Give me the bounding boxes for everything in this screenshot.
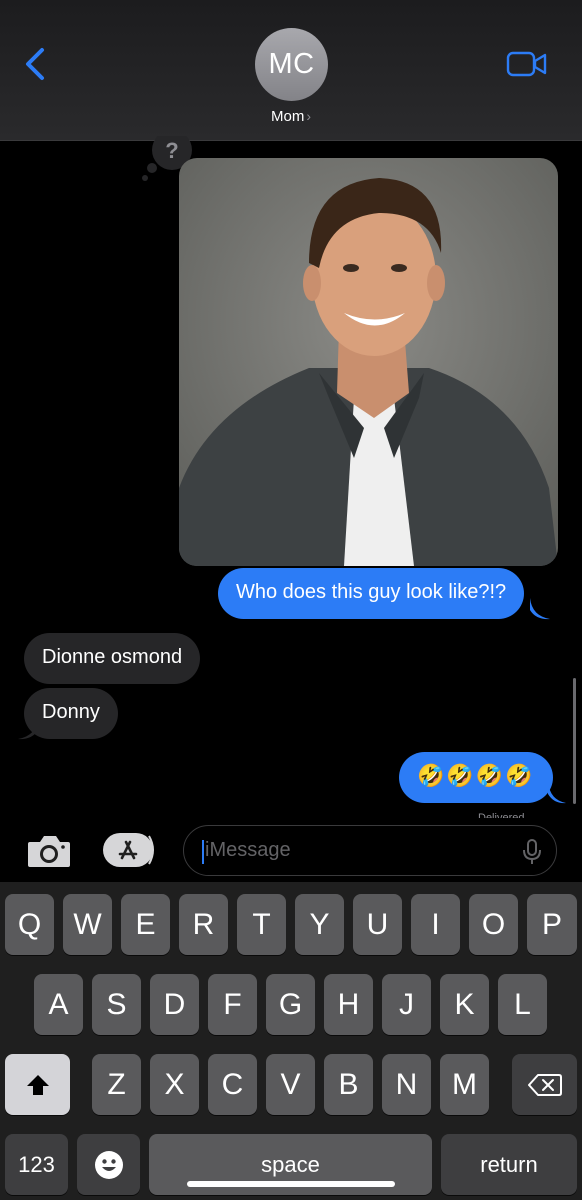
key-m[interactable]: M bbox=[440, 1054, 489, 1115]
key-z[interactable]: Z bbox=[92, 1054, 141, 1115]
chevron-left-icon[interactable] bbox=[20, 44, 54, 84]
numbers-key[interactable]: 123 bbox=[5, 1134, 68, 1195]
bubble-tail bbox=[530, 598, 550, 620]
shift-key[interactable] bbox=[5, 1054, 70, 1115]
video-camera-icon[interactable] bbox=[506, 50, 548, 78]
keyboard: Q W E R T Y U I O P A S D F G H J K L Z … bbox=[0, 882, 582, 1200]
key-w[interactable]: W bbox=[63, 894, 112, 955]
message-placeholder: iMessage bbox=[205, 839, 291, 861]
key-u[interactable]: U bbox=[353, 894, 402, 955]
key-v[interactable]: V bbox=[266, 1054, 315, 1115]
key-y[interactable]: Y bbox=[295, 894, 344, 955]
bubble-tail bbox=[18, 718, 38, 740]
contact-name[interactable]: Mom › bbox=[0, 108, 582, 125]
camera-icon[interactable] bbox=[26, 833, 72, 869]
key-c[interactable]: C bbox=[208, 1054, 257, 1115]
chevron-right-icon: › bbox=[306, 108, 311, 124]
scrollbar[interactable] bbox=[573, 678, 576, 804]
key-t[interactable]: T bbox=[237, 894, 286, 955]
outgoing-message-bubble[interactable]: Who does this guy look like?!? bbox=[218, 568, 525, 619]
emoji-key[interactable] bbox=[77, 1134, 140, 1195]
key-d[interactable]: D bbox=[150, 974, 199, 1035]
shift-arrow-icon bbox=[26, 1074, 49, 1095]
key-g[interactable]: G bbox=[266, 974, 315, 1035]
key-p[interactable]: P bbox=[527, 894, 577, 955]
key-q[interactable]: Q bbox=[5, 894, 54, 955]
person-photo-image bbox=[179, 158, 558, 566]
question-mark: ? bbox=[165, 138, 178, 163]
conversation-header: MC Mom › bbox=[0, 0, 582, 141]
key-f[interactable]: F bbox=[208, 974, 257, 1035]
key-x[interactable]: X bbox=[150, 1054, 199, 1115]
key-s[interactable]: S bbox=[92, 974, 141, 1035]
key-r[interactable]: R bbox=[179, 894, 228, 955]
emoji-icon bbox=[94, 1150, 123, 1179]
text-caret bbox=[202, 840, 204, 864]
outgoing-message-bubble[interactable]: 🤣🤣🤣🤣 bbox=[399, 752, 553, 803]
delivered-status: Delivered bbox=[478, 812, 525, 818]
key-i[interactable]: I bbox=[411, 894, 460, 955]
avatar-initials: MC bbox=[268, 48, 315, 80]
key-a[interactable]: A bbox=[34, 974, 83, 1035]
incoming-message-bubble[interactable]: Dionne osmond bbox=[24, 633, 201, 684]
microphone-icon[interactable] bbox=[522, 839, 542, 865]
contact-avatar[interactable]: MC bbox=[255, 28, 328, 101]
message-input[interactable]: iMessage bbox=[183, 825, 557, 876]
app-store-icon[interactable] bbox=[103, 832, 157, 868]
key-k[interactable]: K bbox=[440, 974, 489, 1035]
key-h[interactable]: H bbox=[324, 974, 373, 1035]
incoming-message-bubble[interactable]: Donny bbox=[24, 688, 118, 739]
key-o[interactable]: O bbox=[469, 894, 518, 955]
bubble-tail bbox=[548, 782, 566, 804]
home-indicator[interactable] bbox=[187, 1181, 395, 1187]
key-j[interactable]: J bbox=[382, 974, 431, 1035]
key-e[interactable]: E bbox=[121, 894, 170, 955]
photo-message[interactable] bbox=[179, 158, 558, 566]
delete-key[interactable] bbox=[512, 1054, 577, 1115]
key-l[interactable]: L bbox=[498, 974, 547, 1035]
return-key[interactable]: return bbox=[441, 1134, 577, 1195]
backspace-icon bbox=[527, 1073, 562, 1096]
key-n[interactable]: N bbox=[382, 1054, 431, 1115]
key-b[interactable]: B bbox=[324, 1054, 373, 1115]
